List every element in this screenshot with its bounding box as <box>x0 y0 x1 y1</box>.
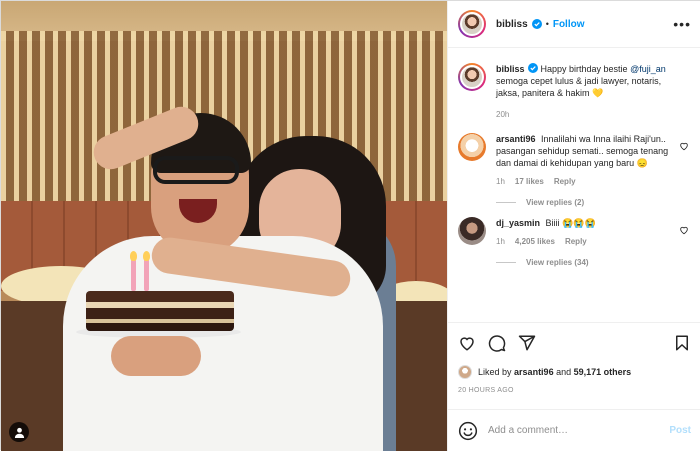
verified-icon <box>531 19 542 29</box>
caption-text: semoga cepet lulus & jadi lawyer, notari… <box>496 76 662 98</box>
comment-likes[interactable]: 17 likes <box>515 176 544 188</box>
caption-text: Happy birthday bestie <box>540 64 631 74</box>
instagram-post: bibliss • Follow ••• bibliss Happy birthd… <box>0 0 700 451</box>
comment-like-icon[interactable] <box>679 225 689 235</box>
photo-birthday-cake <box>86 291 234 331</box>
action-bar <box>448 322 700 362</box>
comments-list[interactable]: bibliss Happy birthday bestie @fuji_an se… <box>448 49 700 321</box>
comment-username[interactable]: arsanti96 <box>496 134 536 144</box>
liker-avatar[interactable] <box>458 365 472 379</box>
likes-summary: Liked by arsanti96 and 59,171 others <box>458 365 631 379</box>
emoji-icon[interactable] <box>458 421 478 441</box>
likes-prefix: Liked by <box>478 367 512 377</box>
verified-icon <box>527 63 538 73</box>
photo-candle-flame <box>130 251 137 261</box>
share-icon[interactable] <box>518 334 536 352</box>
comment-username[interactable]: dj_yasmin <box>496 218 540 228</box>
photo-hand <box>111 336 201 376</box>
author-username[interactable]: bibliss <box>496 19 528 30</box>
add-comment-bar: Post <box>448 409 700 451</box>
user-tag-icon[interactable] <box>9 422 29 442</box>
header-separator: • <box>545 19 549 29</box>
more-icon[interactable]: ••• <box>673 16 691 32</box>
follow-button[interactable]: Follow <box>553 19 585 30</box>
heart-icon[interactable] <box>458 334 476 352</box>
post-comment-button[interactable]: Post <box>669 425 691 436</box>
likes-count[interactable]: 59,171 others <box>574 367 632 377</box>
comment-likes[interactable]: 4,205 likes <box>515 236 555 248</box>
post-timestamp[interactable]: 20 HOURS AGO <box>458 387 514 394</box>
comment-icon[interactable] <box>488 334 506 352</box>
comment-time[interactable]: 1h <box>496 176 505 188</box>
caption-mention[interactable]: @fuji_an <box>630 64 666 74</box>
comment-item: arsanti96 Innalilahi wa Inna ilaihi Raji… <box>458 133 691 188</box>
reply-button[interactable]: Reply <box>554 176 576 188</box>
commenter-avatar[interactable] <box>458 217 486 245</box>
likes-middle: and <box>556 367 572 377</box>
caption: bibliss Happy birthday bestie @fuji_an se… <box>458 63 691 121</box>
bookmark-icon[interactable] <box>673 334 691 352</box>
caption-time[interactable]: 20h <box>496 109 509 121</box>
comment-input[interactable] <box>488 425 658 436</box>
comment-item: dj_yasmin Biiii 😭😭😭 1h 4,205 likes Reply <box>458 217 691 248</box>
replies-divider <box>496 262 516 263</box>
view-replies-button[interactable]: View replies (2) <box>496 198 691 207</box>
comment-like-icon[interactable] <box>679 141 689 151</box>
comment-time[interactable]: 1h <box>496 236 505 248</box>
view-replies-button[interactable]: View replies (34) <box>496 258 691 267</box>
author-avatar[interactable] <box>458 10 486 38</box>
photo-candle-flame <box>143 251 150 261</box>
photo-candle <box>144 259 149 291</box>
view-replies-label[interactable]: View replies (2) <box>526 198 584 207</box>
view-replies-label[interactable]: View replies (34) <box>526 258 589 267</box>
post-photo[interactable] <box>1 1 447 451</box>
photo-candle <box>131 259 136 291</box>
replies-divider <box>496 202 516 203</box>
post-sidebar: bibliss • Follow ••• bibliss Happy birthd… <box>447 1 700 451</box>
photo-glasses <box>153 156 239 184</box>
commenter-avatar[interactable] <box>458 133 486 161</box>
comment-text: Biiii 😭😭😭 <box>545 218 596 228</box>
post-header: bibliss • Follow ••• <box>448 1 700 48</box>
caption-username[interactable]: bibliss <box>496 64 525 74</box>
liker-username[interactable]: arsanti96 <box>514 367 554 377</box>
caption-avatar[interactable] <box>458 63 486 91</box>
reply-button[interactable]: Reply <box>565 236 587 248</box>
